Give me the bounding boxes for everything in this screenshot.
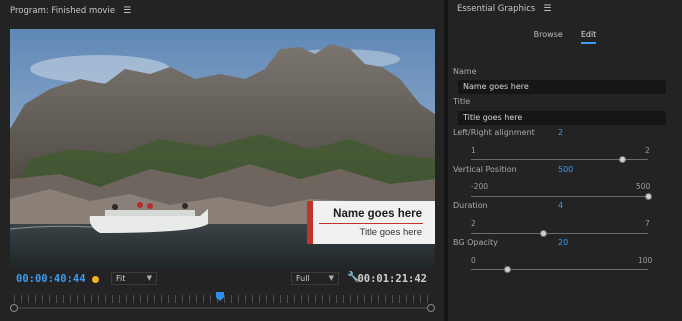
vertical-position-label: Vertical Position [453, 165, 517, 174]
vertical-position-min: -200 [471, 182, 489, 191]
bg-opacity-value[interactable]: 20 [558, 238, 568, 247]
vertical-position-value[interactable]: 500 [558, 165, 573, 174]
essential-graphics-title: Essential Graphics [457, 4, 536, 14]
program-panel-header: Program: Finished movie ☰ [10, 4, 131, 18]
playback-controls: 00:00:40:44 Fit ▼ Full ▼ 🔧 00:01:21:42 [10, 272, 435, 286]
time-ruler[interactable] [14, 292, 431, 303]
bg-opacity-label: BG Opacity [453, 238, 498, 247]
zoom-fit-value: Fit [116, 274, 126, 283]
lower-third-divider [319, 223, 423, 224]
essential-graphics-panel: Essential Graphics ☰ Browse Edit Name Na… [448, 0, 682, 321]
hamburger-menu-icon[interactable]: ☰ [123, 6, 131, 16]
essential-graphics-tabs: Browse Edit [448, 30, 682, 44]
lower-third-name: Name goes here [333, 208, 422, 220]
playback-resolution-select[interactable]: Full ▼ [291, 272, 339, 285]
playback-resolution-value: Full [296, 274, 310, 283]
alignment-label: Left/Right alignment [453, 128, 535, 137]
zoom-scroll-end-handle[interactable] [427, 304, 435, 312]
name-label: Name [453, 67, 477, 76]
chevron-down-icon: ▼ [328, 274, 334, 282]
program-monitor-panel: Program: Finished movie ☰ Name goes here… [0, 0, 444, 321]
tab-browse[interactable]: Browse [534, 30, 563, 44]
current-timecode[interactable]: 00:00:40:44 [16, 273, 86, 285]
bg-opacity-min: 0 [471, 256, 476, 265]
duration-label: Duration [453, 201, 488, 210]
name-field[interactable]: Name goes here [458, 80, 666, 94]
duration-max: 7 [645, 219, 650, 228]
hamburger-menu-icon[interactable]: ☰ [543, 4, 551, 14]
alignment-slider-handle[interactable] [619, 156, 626, 163]
vertical-position-slider-handle[interactable] [645, 193, 652, 200]
bg-opacity-slider[interactable] [471, 269, 648, 270]
duration-slider-handle[interactable] [540, 230, 547, 237]
bg-opacity-slider-handle[interactable] [504, 266, 511, 273]
program-panel-title: Program: Finished movie [10, 6, 116, 16]
essential-graphics-header: Essential Graphics ☰ [457, 4, 551, 14]
title-field[interactable]: Title goes here [458, 111, 666, 125]
alignment-max: 2 [645, 146, 650, 155]
chevron-down-icon: ▼ [146, 274, 152, 282]
video-viewer[interactable]: Name goes here Title goes here [10, 29, 435, 269]
alignment-value[interactable]: 2 [558, 128, 563, 137]
title-label: Title [453, 97, 471, 106]
zoom-scroll-start-handle[interactable] [10, 304, 18, 312]
alignment-min: 1 [471, 146, 476, 155]
duration-min: 2 [471, 219, 476, 228]
zoom-scrollbar[interactable] [10, 304, 435, 312]
marker-dot-icon[interactable] [92, 276, 99, 283]
lower-third-graphic[interactable]: Name goes here Title goes here [307, 201, 435, 244]
zoom-scroll-track [14, 307, 431, 309]
zoom-fit-select[interactable]: Fit ▼ [111, 272, 157, 285]
duration-timecode: 00:01:21:42 [357, 273, 427, 285]
lower-third-title: Title goes here [359, 227, 423, 238]
duration-value[interactable]: 4 [558, 201, 563, 210]
tab-edit[interactable]: Edit [580, 30, 597, 44]
vertical-position-slider[interactable] [471, 196, 648, 197]
vertical-position-max: 500 [636, 182, 651, 191]
bg-opacity-max: 100 [638, 256, 653, 265]
duration-slider[interactable] [471, 233, 648, 234]
